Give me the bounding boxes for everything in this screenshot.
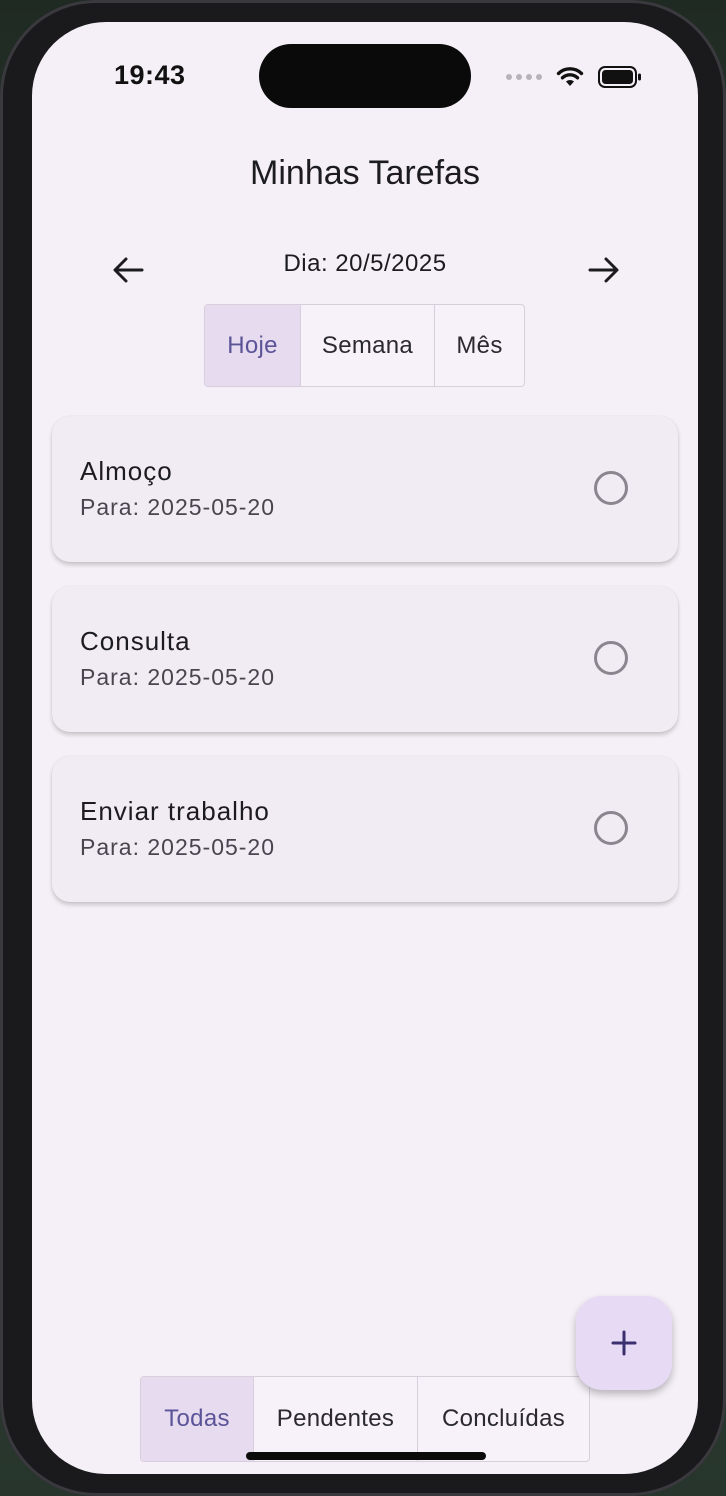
task-title: Enviar trabalho xyxy=(80,796,270,826)
task-due-date: Para: 2025-05-20 xyxy=(80,494,276,520)
task-complete-radio[interactable] xyxy=(594,471,628,505)
plus-icon xyxy=(611,1330,637,1356)
task-title: Consulta xyxy=(80,626,191,656)
page-title: Minhas Tarefas xyxy=(250,154,480,192)
task-due-date: Para: 2025-05-20 xyxy=(80,834,276,860)
tab-semana[interactable]: Semana xyxy=(300,305,434,386)
home-indicator[interactable] xyxy=(246,1452,486,1460)
tab-mes[interactable]: Mês xyxy=(434,305,524,386)
filter-pendentes[interactable]: Pendentes xyxy=(253,1377,417,1461)
cellular-signal-icon xyxy=(506,74,542,80)
filter-todas[interactable]: Todas xyxy=(141,1377,253,1461)
status-icons xyxy=(506,66,642,88)
next-day-button[interactable] xyxy=(580,246,628,294)
task-card[interactable]: Consulta Para: 2025-05-20 xyxy=(52,586,678,732)
status-filter: Todas Pendentes Concluídas xyxy=(140,1376,590,1462)
task-complete-radio[interactable] xyxy=(594,811,628,845)
period-selector: Hoje Semana Mês xyxy=(204,304,525,387)
app-screen: 19:43 Minhas Tarefas Dia: 20/5/2025 Hoje… xyxy=(32,22,698,1474)
tab-hoje[interactable]: Hoje xyxy=(205,305,300,386)
add-task-button[interactable] xyxy=(576,1296,672,1390)
filter-concluidas[interactable]: Concluídas xyxy=(417,1377,589,1461)
dynamic-island xyxy=(259,44,471,108)
arrow-right-icon xyxy=(588,257,619,283)
task-due-date: Para: 2025-05-20 xyxy=(80,664,276,690)
task-card[interactable]: Almoço Para: 2025-05-20 xyxy=(52,416,678,562)
task-card[interactable]: Enviar trabalho Para: 2025-05-20 xyxy=(52,756,678,902)
task-complete-radio[interactable] xyxy=(594,641,628,675)
task-title: Almoço xyxy=(80,456,173,486)
wifi-icon xyxy=(556,66,584,88)
status-time: 19:43 xyxy=(114,60,186,90)
battery-icon xyxy=(598,66,642,88)
phone-frame: 19:43 Minhas Tarefas Dia: 20/5/2025 Hoje… xyxy=(0,0,726,1496)
